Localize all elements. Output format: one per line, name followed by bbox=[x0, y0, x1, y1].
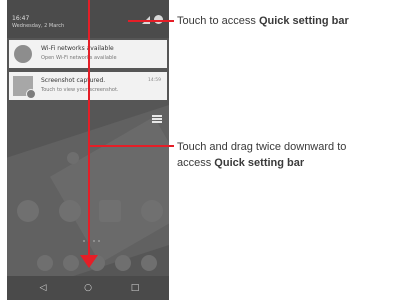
annotation-top: Touch to access Quick setting bar bbox=[177, 15, 349, 27]
play-store-app-icon[interactable] bbox=[141, 200, 163, 222]
app-row bbox=[17, 200, 167, 222]
screen-app-icon[interactable] bbox=[99, 200, 121, 222]
back-button[interactable]: ◁ bbox=[31, 276, 55, 300]
arrow-top-line bbox=[128, 20, 174, 22]
notification-subtitle: Open Wi-Fi networks available bbox=[41, 55, 117, 61]
arrow-vertical-line bbox=[88, 0, 90, 262]
phone-app-icon[interactable] bbox=[37, 255, 53, 271]
navigation-bar: ◁ ○ □ bbox=[7, 276, 169, 300]
status-time: 16:47 bbox=[12, 15, 30, 22]
notification-time: 14:59 bbox=[148, 78, 161, 83]
arrow-down-icon bbox=[80, 255, 98, 268]
notification-title: Screenshot captured. bbox=[41, 77, 106, 84]
contacts-app-icon[interactable] bbox=[63, 255, 79, 271]
app-icon[interactable] bbox=[67, 152, 79, 164]
shade-handle-icon[interactable] bbox=[152, 115, 162, 123]
chrome-app-icon[interactable] bbox=[115, 255, 131, 271]
notification-title: Wi-Fi networks available bbox=[41, 45, 114, 52]
annotation-mid-bold: Quick setting bar bbox=[214, 157, 305, 169]
annotation-mid-prefix: access bbox=[177, 157, 215, 169]
annotation-mid: Touch and drag twice downward to access … bbox=[177, 139, 346, 171]
camera-dock-icon[interactable] bbox=[141, 255, 157, 271]
arrow-mid-line bbox=[90, 145, 174, 147]
notification-subtitle: Touch to view your screenshot. bbox=[41, 87, 119, 93]
annotation-top-bold: Quick setting bar bbox=[258, 15, 349, 27]
camera-app-icon[interactable] bbox=[59, 200, 81, 222]
google-app-icon[interactable] bbox=[17, 200, 39, 222]
recents-button[interactable]: □ bbox=[123, 276, 147, 300]
page-indicator bbox=[83, 240, 100, 242]
home-button[interactable]: ○ bbox=[76, 276, 100, 300]
wifi-icon bbox=[14, 45, 32, 63]
annotation-mid-line1: Touch and drag twice downward to bbox=[177, 141, 347, 153]
screenshot-thumbnail-icon bbox=[13, 76, 36, 99]
annotation-top-text: Touch to access bbox=[177, 15, 259, 27]
status-date: Wednesday, 2 March bbox=[12, 23, 65, 29]
